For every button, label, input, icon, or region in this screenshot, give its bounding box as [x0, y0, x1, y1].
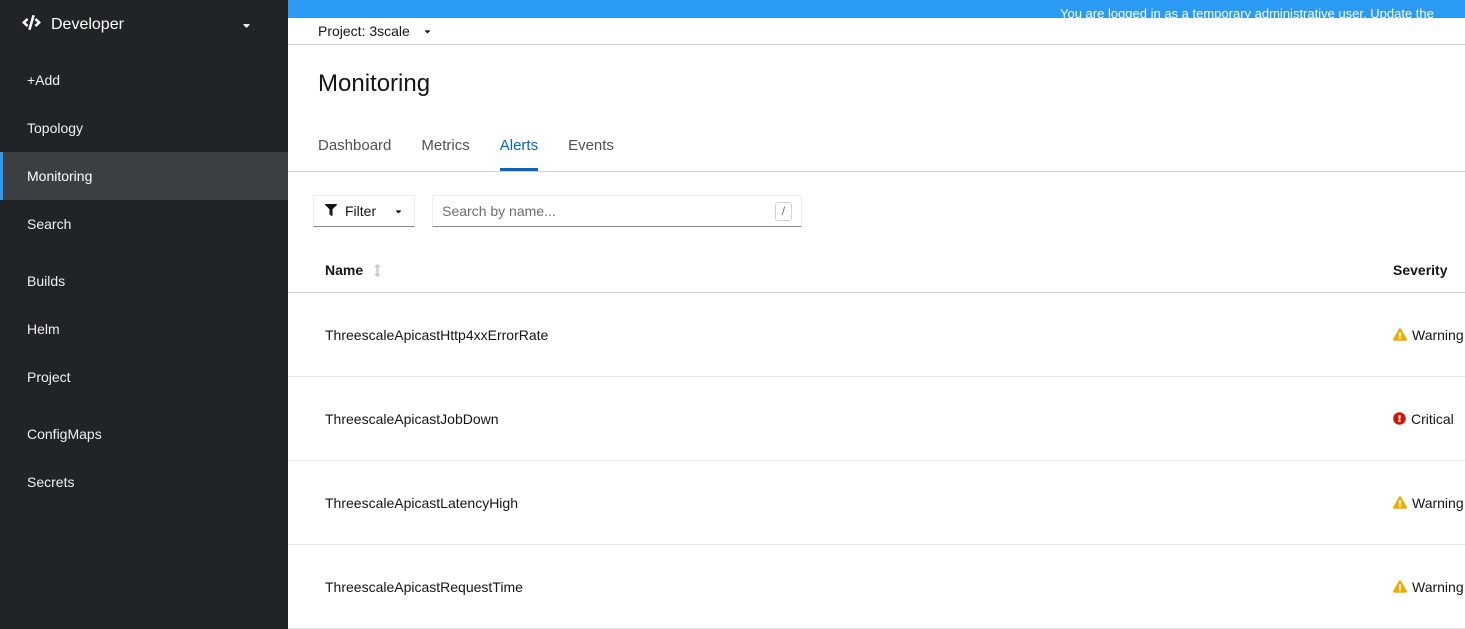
page-header: Monitoring	[288, 45, 1465, 99]
perspective-label: Developer	[51, 16, 124, 33]
table-header-row: Name Severity	[288, 248, 1465, 293]
chevron-down-icon[interactable]	[423, 27, 432, 36]
warning-icon	[1393, 496, 1407, 509]
severity-label: Warning	[1412, 326, 1464, 343]
sidebar-item-add[interactable]: +Add	[0, 56, 288, 104]
project-bar: Project: 3scale	[288, 18, 1465, 45]
chevron-down-icon	[394, 207, 403, 216]
main-content: You are logged in as a temporary adminis…	[288, 0, 1465, 629]
filter-icon	[325, 203, 337, 219]
table-row[interactable]: ThreescaleApicastLatencyHigh Warning	[288, 461, 1465, 545]
sidebar-item-configmaps[interactable]: ConfigMaps	[0, 410, 288, 458]
severity-badge: Warning	[1393, 579, 1465, 595]
filter-dropdown[interactable]: Filter	[313, 195, 416, 227]
banner-message[interactable]: You are logged in as a temporary adminis…	[1060, 6, 1434, 18]
severity-label: Warning	[1412, 494, 1464, 511]
severity-badge: Warning	[1393, 495, 1465, 511]
sidebar-item-topology[interactable]: Topology	[0, 104, 288, 152]
severity-badge: Warning	[1393, 327, 1465, 343]
tab-alerts[interactable]: Alerts	[499, 137, 539, 171]
warning-icon	[1393, 328, 1407, 341]
sidebar-item-search[interactable]: Search	[0, 200, 288, 248]
sidebar-item-monitoring[interactable]: Monitoring	[0, 152, 288, 200]
tab-bar: Dashboard Metrics Alerts Events	[288, 137, 1465, 172]
filter-label: Filter	[345, 203, 377, 219]
search-input[interactable]	[442, 203, 775, 219]
column-header-severity: Severity	[1393, 262, 1448, 278]
critical-icon	[1393, 412, 1406, 425]
alert-name[interactable]: ThreescaleApicastHttp4xxErrorRate	[288, 327, 1393, 343]
severity-badge: Critical	[1393, 411, 1465, 427]
filter-toolbar: Filter /	[313, 195, 1465, 227]
code-icon	[22, 15, 41, 35]
alert-name[interactable]: ThreescaleApicastJobDown	[288, 411, 1393, 427]
sidebar-item-project[interactable]: Project	[0, 353, 288, 401]
table-row[interactable]: ThreescaleApicastJobDown Critical	[288, 377, 1465, 461]
login-notice-banner: You are logged in as a temporary adminis…	[288, 0, 1465, 19]
alerts-table: Name Severity ThreescaleApicastHttp4xxEr…	[288, 248, 1465, 629]
tab-events[interactable]: Events	[568, 137, 614, 171]
chevron-down-icon	[241, 20, 252, 31]
sidebar-item-secrets[interactable]: Secrets	[0, 458, 288, 506]
sidebar-nav: +Add Topology Monitoring Search Builds H…	[0, 50, 288, 506]
perspective-switcher[interactable]: Developer	[0, 0, 288, 50]
alert-name[interactable]: ThreescaleApicastRequestTime	[288, 579, 1393, 595]
sort-icon[interactable]	[373, 263, 382, 277]
column-header-name[interactable]: Name	[288, 262, 1393, 278]
tab-dashboard[interactable]: Dashboard	[318, 137, 391, 171]
table-row[interactable]: ThreescaleApicastHttp4xxErrorRate Warnin…	[288, 293, 1465, 377]
project-selector-label[interactable]: Project: 3scale	[318, 23, 410, 39]
tab-metrics[interactable]: Metrics	[421, 137, 469, 171]
sidebar-item-builds[interactable]: Builds	[0, 257, 288, 305]
alert-name[interactable]: ThreescaleApicastLatencyHigh	[288, 495, 1393, 511]
table-row[interactable]: ThreescaleApicastRequestTime Warning	[288, 545, 1465, 629]
page-title: Monitoring	[318, 70, 431, 97]
severity-label: Warning	[1412, 578, 1464, 595]
slash-key-hint: /	[774, 201, 793, 221]
search-box: /	[432, 195, 803, 227]
sidebar-item-helm[interactable]: Helm	[0, 305, 288, 353]
sidebar: Developer +Add Topology Monitoring Searc…	[0, 0, 288, 629]
warning-icon	[1393, 580, 1407, 593]
severity-label: Critical	[1411, 410, 1454, 427]
